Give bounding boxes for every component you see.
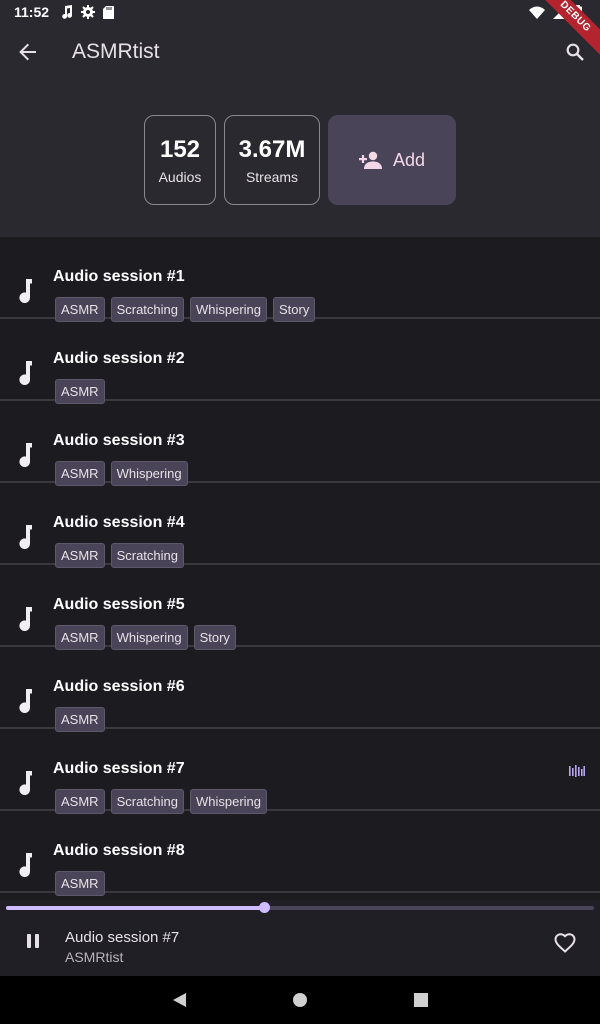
mini-player[interactable]: Audio session #7 ASMRtist (0, 900, 600, 976)
pause-button[interactable] (22, 930, 44, 952)
tag-list: ASMR (55, 871, 105, 896)
session-row[interactable]: Audio session #8 ASMR (0, 811, 600, 896)
progress-fill (6, 906, 265, 910)
track-note-icon-wrap (17, 443, 37, 468)
track-note-icon-wrap (17, 771, 37, 796)
now-playing-bars-icon (569, 765, 585, 777)
track-note-icon-wrap (17, 361, 37, 386)
audio-session-list: Audio session #1 ASMR Scratching Whispering… (0, 237, 600, 896)
audios-stat-card: 152 Audios (144, 115, 216, 205)
audios-label: Audios (158, 168, 202, 185)
arrow-back-icon (19, 43, 36, 61)
session-title: Audio session #8 (53, 842, 185, 859)
add-follow-button[interactable]: Add (328, 115, 456, 205)
track-note-icon-wrap (17, 279, 37, 304)
player-track-title: Audio session #7 (65, 929, 180, 946)
music-note-icon (62, 5, 73, 19)
music-note-icon (19, 853, 32, 878)
streams-stat-card: 3.67M Streams (224, 115, 320, 205)
music-note-icon (19, 361, 32, 386)
gear-icon (81, 5, 96, 19)
pause-icon (27, 934, 39, 948)
music-note-icon (19, 771, 32, 796)
streams-count: 3.67M (238, 135, 306, 163)
artist-stats-header: 152 Audios 3.67M Streams Add (0, 80, 600, 237)
back-button[interactable] (0, 24, 56, 80)
session-title: Audio session #7 (53, 760, 185, 777)
streams-label: Streams (245, 168, 299, 185)
favorite-button[interactable] (554, 933, 576, 958)
session-title: Audio session #4 (53, 514, 185, 531)
heart-outline-icon (554, 933, 576, 953)
session-row[interactable]: Audio session #6 ASMR (0, 647, 600, 732)
session-title: Audio session #5 (53, 596, 185, 613)
session-title: Audio session #6 (53, 678, 185, 695)
track-note-icon-wrap (17, 853, 37, 878)
track-note-icon-wrap (17, 607, 37, 632)
now-playing-indicator (569, 764, 585, 782)
session-row[interactable]: Audio session #5 ASMR Whispering Story (0, 565, 600, 650)
music-note-icon (19, 689, 32, 714)
music-note-icon (19, 279, 32, 304)
music-note-icon (19, 607, 32, 632)
session-title: Audio session #1 (53, 268, 185, 285)
session-row[interactable]: Audio session #4 ASMR Scratching (0, 483, 600, 568)
back-triangle-icon[interactable] (171, 992, 187, 1008)
track-note-icon-wrap (17, 525, 37, 550)
progress-thumb[interactable] (259, 902, 271, 913)
music-note-icon (19, 525, 32, 550)
search-icon (566, 43, 584, 61)
player-track-artist: ASMRtist (65, 949, 124, 965)
session-row[interactable]: Audio session #3 ASMR Whispering (0, 401, 600, 486)
session-title: Audio session #2 (53, 350, 185, 367)
music-note-icon (19, 443, 32, 468)
add-button-label: Add (392, 149, 426, 170)
status-bar: 11:52 (0, 0, 600, 24)
sd-card-icon (103, 5, 115, 19)
page-title: ASMRtist (72, 40, 160, 63)
wifi-icon (529, 6, 545, 19)
session-row[interactable]: Audio session #2 ASMR (0, 319, 600, 404)
recents-square-icon[interactable] (413, 992, 429, 1008)
audios-count: 152 (159, 135, 201, 163)
app-bar: ASMRtist (0, 24, 600, 80)
home-circle-icon[interactable] (292, 992, 308, 1008)
status-time: 11:52 (14, 4, 50, 20)
session-title: Audio session #3 (53, 432, 185, 449)
session-row[interactable]: Audio session #1 ASMR Scratching Whispering… (0, 237, 600, 322)
person-add-icon (358, 151, 382, 169)
session-row[interactable]: Audio session #7 ASMR Scratching Whispering (0, 729, 600, 814)
system-nav-bar (0, 976, 600, 1024)
track-note-icon-wrap (17, 689, 37, 714)
tag-chip[interactable]: ASMR (55, 871, 105, 896)
